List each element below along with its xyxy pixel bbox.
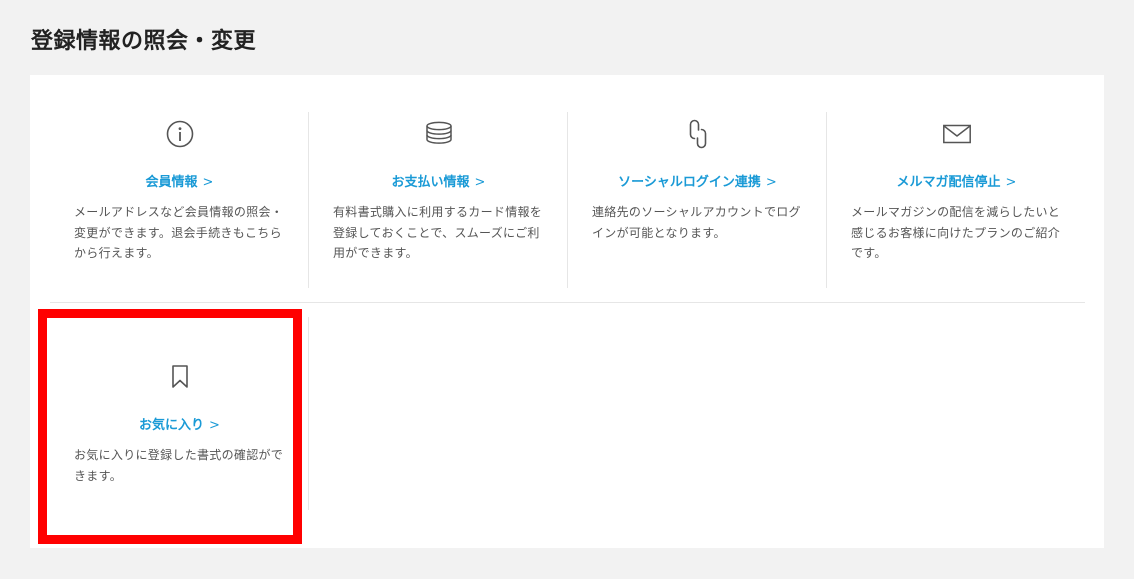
favorites-link[interactable]: お気に入り > (50, 417, 309, 435)
member-info-card[interactable]: 会員情報 > メールアドレスなど会員情報の照会・変更ができます。退会手続きもこちら… (50, 111, 309, 291)
chevron-right-icon: > (765, 175, 777, 190)
page-title: 登録情報の照会・変更 (31, 29, 257, 54)
bookmark-icon (165, 362, 195, 392)
newsletter-description: メールマガジンの配信を減らしたいと感じるお客様に向けたプランのご紹介です。 (851, 205, 1061, 260)
social-login-card[interactable]: ソーシャルログイン連携 > 連絡先のソーシャルアカウントでログインが可能となります… (568, 111, 827, 291)
favorites-card[interactable]: お気に入り > お気に入りに登録した書式の確認ができます。 (50, 354, 309, 534)
chevron-right-icon: > (209, 418, 220, 433)
mail-icon (942, 119, 972, 149)
newsletter-link[interactable]: メルマガ配信停止 > (827, 174, 1086, 192)
payment-info-link[interactable]: お支払い情報 > (309, 174, 568, 192)
coins-icon (424, 119, 454, 149)
social-login-link[interactable]: ソーシャルログイン連携 > (568, 174, 827, 192)
chevron-right-icon: > (1005, 175, 1017, 190)
social-login-description: 連絡先のソーシャルアカウントでログインが可能となります。 (592, 205, 801, 240)
member-info-link[interactable]: 会員情報 > (50, 174, 309, 192)
settings-panel: 会員情報 > メールアドレスなど会員情報の照会・変更ができます。退会手続きもこちら… (30, 75, 1104, 548)
newsletter-title: メルマガ配信停止 (896, 175, 1001, 190)
newsletter-card[interactable]: メルマガ配信停止 > メールマガジンの配信を減らしたいと感じるお客様に向けたプラン… (827, 111, 1086, 291)
row-divider (50, 302, 1085, 303)
info-icon (165, 119, 195, 149)
member-info-description: メールアドレスなど会員情報の照会・変更ができます。退会手続きもこちらから行えます… (74, 205, 284, 260)
favorites-title: お気に入り (139, 418, 205, 433)
social-login-title: ソーシャルログイン連携 (618, 175, 761, 190)
chevron-right-icon: > (202, 175, 214, 190)
column-divider (308, 317, 309, 510)
favorites-description: お気に入りに登録した書式の確認ができます。 (74, 448, 284, 483)
payment-info-description: 有料書式購入に利用するカード情報を登録しておくことで、スムーズにご利用ができます… (333, 205, 543, 260)
payment-info-card[interactable]: お支払い情報 > 有料書式購入に利用するカード情報を登録しておくことで、スムーズに… (309, 111, 568, 291)
chevron-right-icon: > (474, 175, 486, 190)
member-info-title: 会員情報 (145, 175, 198, 190)
link-icon (683, 119, 713, 149)
payment-info-title: お支払い情報 (391, 175, 470, 190)
